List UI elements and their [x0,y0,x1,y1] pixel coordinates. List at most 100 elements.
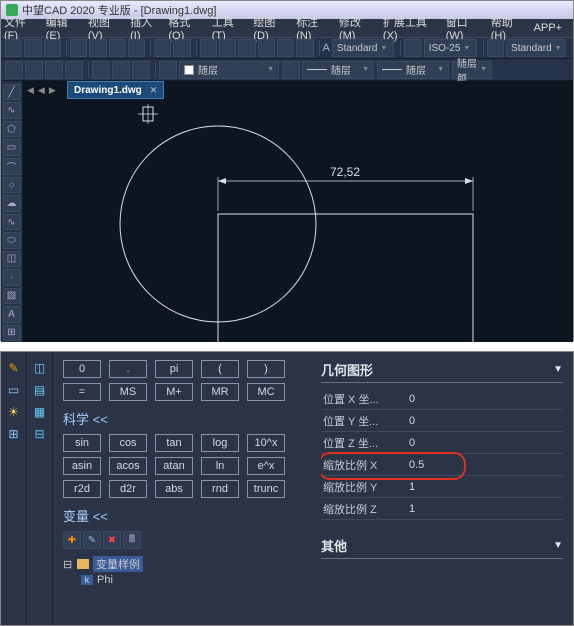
new-file-button[interactable] [5,39,22,57]
tile-icon-1[interactable]: ◫ [30,358,50,378]
table-icon[interactable]: ⊞ [4,424,24,444]
misc-tool-2[interactable] [258,39,275,57]
calc-btn-ms[interactable]: MS [109,383,147,401]
save-button[interactable] [44,39,61,57]
other-header[interactable]: 其他 ▼ [321,536,563,559]
menu-help[interactable]: 帮助(H) [491,14,526,42]
ellipse-tool[interactable]: ⬭ [3,232,21,248]
science-section-title[interactable]: 科学 [63,409,311,428]
geometry-header[interactable]: 几何图形 ▼ [321,360,563,383]
undo-button[interactable] [154,39,171,57]
tree-row-root[interactable]: ⊟ 变量样例 [63,555,311,573]
collapse-arrow-icon[interactable]: ▼ [553,540,563,551]
calc-btn-asin[interactable]: asin [63,457,101,475]
tree-collapse-icon[interactable]: ⊟ [63,558,73,571]
layer-tool-a[interactable] [282,61,300,79]
menu-file[interactable]: 文件(F) [4,14,38,42]
tile-icon-4[interactable]: ⊟ [30,424,50,444]
calc-btn-mc[interactable]: MC [247,383,285,401]
block-tool[interactable]: ◫ [3,251,21,267]
calc-btn-ln[interactable]: ln [201,457,239,475]
polygon-tool[interactable]: ⬠ [3,121,21,137]
line-tool[interactable]: ╱ [3,84,21,100]
text-tool[interactable]: A [3,306,21,322]
redo-button[interactable] [173,39,190,57]
calc-btn-cos[interactable]: cos [109,434,147,452]
menu-draw[interactable]: 绘图(D) [253,14,288,42]
calc-btn-sin[interactable]: sin [63,434,101,452]
pan-button[interactable] [200,39,217,57]
tile-icon-3[interactable]: ▦ [30,402,50,422]
prop-row-scalex[interactable]: 缩放比例 X 0.5 [321,454,563,476]
calc-btn-tan[interactable]: tan [155,434,193,452]
calc-btn-eq[interactable]: = [63,383,101,401]
variables-section-title[interactable]: 变量 [63,506,311,525]
prop-row-scaley[interactable]: 缩放比例 Y 1 [321,476,563,498]
prop-row-posy[interactable]: 位置 Y 坐... 0 [321,410,563,432]
document-tab[interactable]: Drawing1.dwg ✕ [67,81,164,99]
menu-tools[interactable]: 工具(T) [212,14,246,42]
rect-icon[interactable]: ▭ [4,380,24,400]
revcloud-tool[interactable]: ☁ [3,195,21,211]
menu-ext[interactable]: 扩展工具(X) [383,14,438,42]
layermgr-button[interactable] [5,61,23,79]
calc-btn-abs[interactable]: abs [155,480,193,498]
pline-tool[interactable]: ∿ [3,102,21,118]
layerctl-1[interactable] [25,61,43,79]
prop-value[interactable]: 1 [405,503,563,515]
layerctl-2[interactable] [45,61,63,79]
var-calc-icon[interactable]: 🖩 [123,531,141,549]
misc-tool-3[interactable] [277,39,294,57]
prop-value[interactable]: 0 [405,393,563,405]
calc-btn-lparen[interactable]: ( [201,360,239,378]
layerctl-3[interactable] [65,61,83,79]
drawing-canvas[interactable]: ◀◀▶ Drawing1.dwg ✕ 72,52 [23,81,573,342]
layer-dropdown-1[interactable]: 随层 [179,61,279,79]
rect-tool[interactable]: ▭ [3,139,21,155]
point-tool[interactable]: · [3,269,21,285]
copy-button[interactable] [89,39,106,57]
calc-btn-d2r[interactable]: d2r [109,480,147,498]
calc-btn-r2d[interactable]: r2d [63,480,101,498]
calc-btn-mr[interactable]: MR [201,383,239,401]
var-new-icon[interactable]: ✚ [63,531,81,549]
cut-button[interactable] [70,39,87,57]
table-tool[interactable]: ⊞ [3,325,21,341]
tab-nav-arrows[interactable]: ◀◀▶ [25,81,58,99]
tab-close-icon[interactable]: ✕ [150,85,158,96]
menu-app[interactable]: APP+ [534,22,562,34]
plotstyle-dropdown[interactable]: 随层颜 [452,61,492,79]
tile-icon-2[interactable]: ▤ [30,380,50,400]
lineweight-dropdown[interactable]: 随层 [377,61,449,79]
prop-value[interactable]: 0 [405,415,563,427]
tree-row-phi[interactable]: k Phi [63,573,311,587]
menu-format[interactable]: 格式(O) [168,14,203,42]
calc-btn-rparen[interactable]: ) [247,360,285,378]
calc-btn-ex[interactable]: e^x [247,457,285,475]
arc-tool[interactable]: ⌒ [3,158,21,175]
menu-window[interactable]: 窗口(W) [446,14,483,42]
prop-value[interactable]: 0 [405,437,563,449]
menu-view[interactable]: 视图(V) [88,14,122,42]
misc-tool-1[interactable] [238,39,255,57]
prop-row-posx[interactable]: 位置 X 坐... 0 [321,388,563,410]
var-del-icon[interactable]: ✖ [103,531,121,549]
matchprop-button[interactable] [128,39,145,57]
hatch-tool[interactable]: ▨ [3,288,21,304]
var-edit-icon[interactable]: ✎ [83,531,101,549]
calc-btn-log[interactable]: log [201,434,239,452]
paste-button[interactable] [109,39,126,57]
table-style-dropdown[interactable]: Standard [506,39,566,57]
text-style-dropdown[interactable]: Standard [332,39,395,57]
menu-dim[interactable]: 标注(N) [296,14,331,42]
layer-btn[interactable] [159,61,177,79]
spline-tool[interactable]: ∿ [3,214,21,230]
collapse-arrow-icon[interactable]: ▼ [553,364,563,375]
calc-btn-acos[interactable]: acos [109,457,147,475]
sun-icon[interactable]: ☀ [4,402,24,422]
zoom-button[interactable] [219,39,236,57]
prop-row-scalez[interactable]: 缩放比例 Z 1 [321,498,563,520]
open-file-button[interactable] [24,39,41,57]
menu-edit[interactable]: 编辑(E) [46,14,80,42]
calc-btn-atan[interactable]: atan [155,457,193,475]
